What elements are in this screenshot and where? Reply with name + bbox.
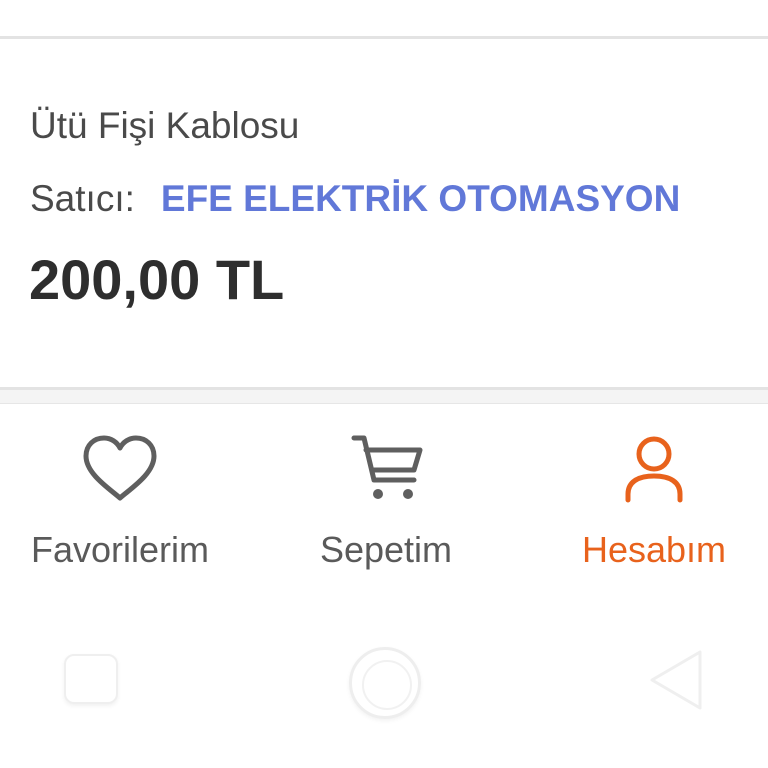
system-navigation-bar xyxy=(0,600,768,768)
bottom-tab-bar: Favorilerim Sepetim Hesabım xyxy=(0,404,768,600)
section-gap xyxy=(0,390,768,404)
tab-favorites-label: Favorilerim xyxy=(30,529,209,570)
product-price: 200,00 TL xyxy=(29,248,285,311)
tab-cart[interactable]: Sepetim xyxy=(264,404,508,600)
seller-link[interactable]: EFE ELEKTRİK OTOMASYON xyxy=(161,180,680,217)
home-icon[interactable] xyxy=(349,647,421,719)
cart-icon xyxy=(346,434,426,506)
seller-label: Satıcı: xyxy=(30,177,135,219)
tab-favorites[interactable]: Favorilerim xyxy=(0,404,240,600)
tab-account-label: Hesabım xyxy=(581,529,727,570)
back-icon[interactable] xyxy=(648,644,708,716)
heart-icon xyxy=(80,434,160,506)
tab-cart-label: Sepetim xyxy=(319,529,453,570)
tab-account[interactable]: Hesabım xyxy=(540,404,768,600)
seller-row: Satıcı: EFE ELEKTRİK OTOMASYON xyxy=(30,176,680,220)
screen: Ütü Fişi Kablosu Satıcı: EFE ELEKTRİK OT… xyxy=(0,0,768,768)
product-title: Ütü Fişi Kablosu xyxy=(30,105,300,146)
recents-icon[interactable] xyxy=(64,654,118,704)
user-icon xyxy=(614,434,694,506)
